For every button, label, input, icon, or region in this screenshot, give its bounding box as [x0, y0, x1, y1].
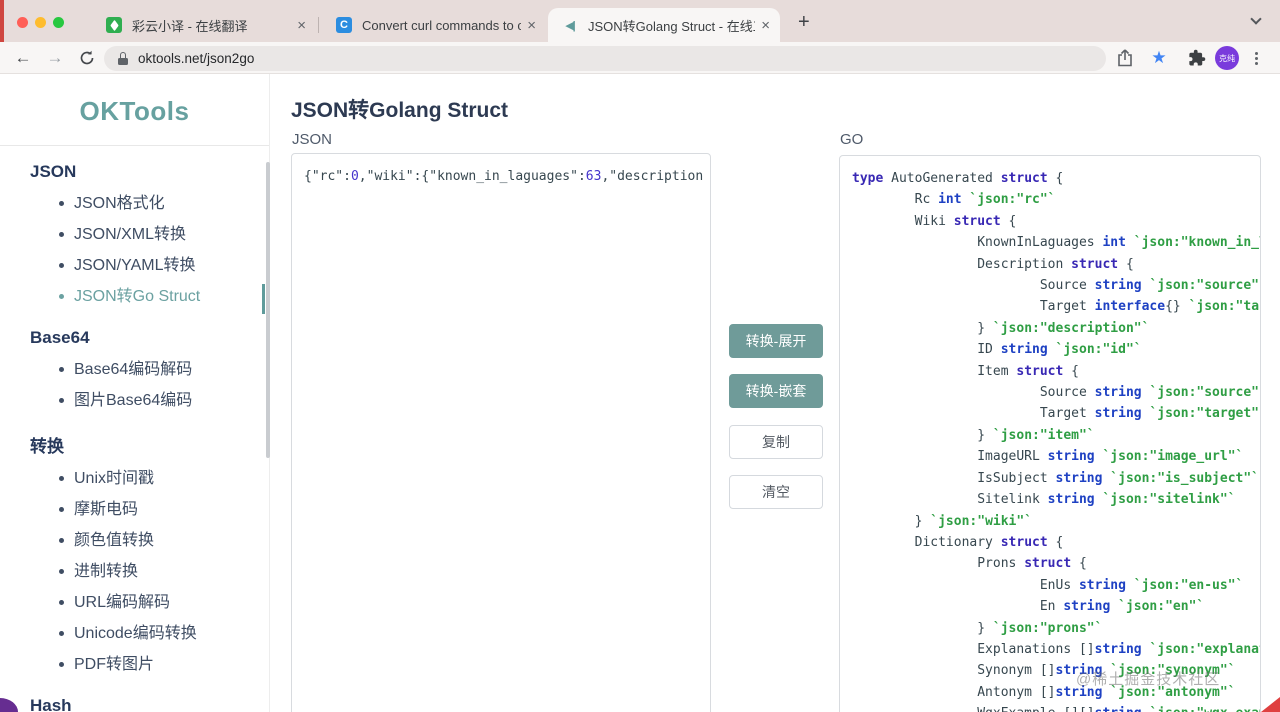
code-line: Explanations []string `json:"explanation… [852, 641, 1260, 657]
copy-button[interactable]: 复制 [729, 425, 823, 459]
browser-window: 彩云小译 - 在线翻译 × C Convert curl commands to… [0, 0, 1280, 712]
code-line: Item struct { [852, 363, 1079, 379]
page-content: OKTools JSON JSON格式化 JSON/XML转换 JSON/YAML转换… [0, 74, 1280, 712]
tab-search-chevron-icon[interactable] [1250, 13, 1262, 25]
reload-icon [80, 50, 94, 65]
oktools-logo[interactable]: OKTools [0, 74, 269, 127]
json-panel-label: JSON [292, 131, 333, 148]
code-line: Target string `json:"target"` [852, 406, 1261, 422]
close-window-button[interactable] [17, 17, 28, 28]
code-line: Antonym []string `json:"antonym"` [852, 684, 1236, 700]
close-tab-icon[interactable]: × [527, 18, 536, 33]
sidebar-item[interactable]: Unicode编码转换 [30, 618, 269, 649]
caiyun-favicon-icon [106, 17, 122, 33]
code-line: Sitelink string `json:"sitelink"` [852, 492, 1236, 508]
sidebar-active-indicator [262, 284, 265, 314]
sidebar-item[interactable]: Unix时间戳 [30, 463, 269, 494]
bookmark-star-icon[interactable]: ★ [1147, 46, 1171, 70]
clear-button[interactable]: 清空 [729, 475, 823, 509]
tab-separator [318, 17, 319, 33]
code-line: Rc int `json:"rc"` [852, 192, 1056, 208]
code-line: ID string `json:"id"` [852, 342, 1142, 358]
sidebar-item[interactable]: JSON/YAML转换 [30, 250, 269, 281]
code-line: Description struct { [852, 256, 1134, 272]
code-line: IsSubject string `json:"is_subject"` [852, 470, 1260, 486]
browser-toolbar: ← → oktools.net/json2go ★ 克纯 [0, 42, 1280, 74]
share-icon [1118, 49, 1132, 67]
sidebar-item[interactable]: URL编码解码 [30, 587, 269, 618]
share-button[interactable] [1113, 46, 1137, 70]
tab-caiyun[interactable]: 彩云小译 - 在线翻译 × [92, 8, 316, 42]
sidebar-section-heading: Hash [30, 696, 72, 712]
oktools-favicon-icon: ◀| [565, 19, 576, 32]
code-line: WqxExample [][]string `json:"wqx_example… [852, 703, 1260, 712]
sidebar-item[interactable]: JSON/XML转换 [30, 219, 269, 250]
back-button[interactable]: ← [10, 45, 36, 71]
page-title: JSON转Golang Struct [291, 99, 509, 122]
minimize-window-button[interactable] [35, 17, 46, 28]
sidebar-section-heading: 转换 [30, 437, 64, 456]
code-line: Wiki struct { [852, 213, 1017, 229]
sidebar-item[interactable]: PDF转图片 [30, 649, 269, 680]
code-line: Source string `json:"source"` [852, 385, 1261, 401]
go-output-area[interactable]: type AutoGenerated struct { Rc int `json… [839, 155, 1261, 712]
new-tab-button[interactable]: + [798, 11, 810, 34]
code-line: } `json:"description"` [852, 320, 1150, 336]
tab-title: Convert curl commands to cod [362, 17, 522, 33]
corner-decoration-red [1261, 697, 1280, 712]
curl-favicon-icon: C [336, 17, 352, 33]
code-line: } `json:"wiki"` [852, 513, 1033, 529]
tab-title: 彩云小译 - 在线翻译 [132, 18, 248, 34]
sidebar-scrollbar[interactable] [266, 162, 270, 458]
sidebar-item[interactable]: JSON转Go Struct [30, 281, 269, 312]
close-tab-icon[interactable]: × [297, 18, 306, 33]
close-tab-icon[interactable]: × [761, 18, 770, 33]
code-line: Prons struct { [852, 556, 1087, 572]
tab-title: JSON转Golang Struct - 在线工 [588, 18, 756, 34]
maximize-window-button[interactable] [53, 17, 64, 28]
sidebar-section-heading: Base64 [30, 328, 90, 347]
sidebar-item[interactable]: 颜色值转换 [30, 525, 269, 556]
profile-avatar[interactable]: 克纯 [1215, 46, 1239, 70]
tab-json2go-active[interactable]: ◀| JSON转Golang Struct - 在线工 × [548, 8, 780, 42]
json-input-area[interactable]: {"rc":0,"wiki":{"known_in_laguages":63,"… [291, 153, 711, 712]
forward-button[interactable]: → [42, 45, 68, 71]
tab-strip: 彩云小译 - 在线翻译 × C Convert curl commands to… [0, 0, 1280, 42]
sidebar-item[interactable]: 进制转换 [30, 556, 269, 587]
convert-expand-button[interactable]: 转换-展开 [729, 324, 823, 358]
extensions-puzzle-icon[interactable] [1185, 46, 1209, 70]
tab-curlconverter[interactable]: C Convert curl commands to cod × [322, 8, 546, 42]
sidebar-item[interactable]: 摩斯电码 [30, 494, 269, 525]
code-line: KnownInLaguages int `json:"known_in_lagu… [852, 235, 1260, 251]
code-line: EnUs string `json:"en-us"` [852, 577, 1244, 593]
code-line: En string `json:"en"` [852, 599, 1205, 615]
convert-nested-button[interactable]: 转换-嵌套 [729, 374, 823, 408]
sidebar-item[interactable]: JSON格式化 [30, 188, 269, 219]
screen-edge-strip [0, 0, 4, 42]
sidebar-item[interactable]: 图片Base64编码 [30, 385, 269, 416]
browser-menu-kebab-icon[interactable] [1255, 50, 1258, 67]
url-text[interactable]: oktools.net/json2go [138, 51, 254, 66]
sidebar: OKTools JSON JSON格式化 JSON/XML转换 JSON/YAML转换… [0, 74, 270, 712]
code-line: } `json:"item"` [852, 427, 1095, 443]
code-line: Dictionary struct { [852, 534, 1064, 550]
sidebar-item[interactable]: Base64编码解码 [30, 354, 269, 385]
code-line: } `json:"prons"` [852, 620, 1103, 636]
puzzle-icon [1189, 49, 1206, 66]
address-bar[interactable]: oktools.net/json2go [104, 46, 1106, 71]
code-line: Source string `json:"source"` [852, 278, 1261, 294]
code-line: ImageURL string `json:"image_url"` [852, 449, 1244, 465]
code-line: {"rc":0,"wiki":{"known_in_laguages":63,"… [304, 169, 704, 184]
code-line: Synonym []string `json:"synonym"` [852, 663, 1236, 679]
reload-button[interactable] [74, 45, 100, 71]
sidebar-nav: JSON JSON格式化 JSON/XML转换 JSON/YAML转换 JSON转Go … [0, 146, 269, 712]
lock-icon[interactable] [118, 52, 128, 65]
code-line: type AutoGenerated struct { [852, 171, 1064, 186]
sidebar-section-heading: JSON [30, 162, 77, 181]
macos-traffic-lights [17, 17, 64, 28]
go-panel-label: GO [840, 131, 864, 148]
code-line: Target interface{} `json:"target"` [852, 299, 1260, 315]
